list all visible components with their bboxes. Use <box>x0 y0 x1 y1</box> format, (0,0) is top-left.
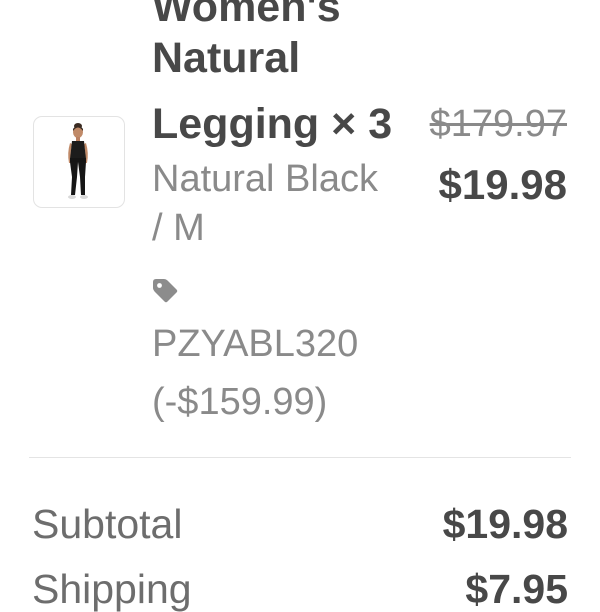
original-price: $179.97 <box>429 103 567 145</box>
product-photo-icon <box>68 123 88 199</box>
product-title-line-1: Women's <box>152 0 341 31</box>
shipping-label: Shipping <box>32 566 192 612</box>
divider <box>29 457 571 458</box>
tag-icon <box>153 279 178 303</box>
product-thumbnail[interactable] <box>33 116 125 208</box>
cart-line-item: Women's Natural Legging × 3 Natural Blac… <box>0 0 600 450</box>
subtotal-value: $19.98 <box>442 501 568 547</box>
product-variant-line-1: Natural Black <box>152 158 378 200</box>
final-price: $19.98 <box>438 161 567 208</box>
discount-code: PZYABL320 <box>152 323 359 365</box>
product-variant-line-2: / M <box>152 207 205 249</box>
discount-amount: (-$159.99) <box>152 381 328 423</box>
shipping-value: $7.95 <box>465 566 568 612</box>
product-title-line-2: Natural <box>152 34 301 82</box>
product-title-line-3: Legging × 3 <box>152 100 393 148</box>
subtotal-label: Subtotal <box>32 501 183 547</box>
